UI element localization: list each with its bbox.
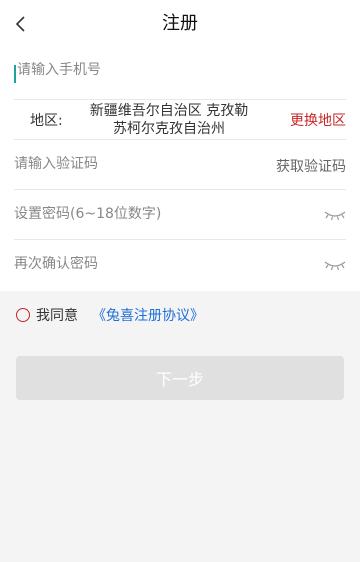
confirm-password-row (14, 240, 346, 290)
region-row: 地区: 新疆维吾尔自治区 克孜勒 苏柯尔克孜自治州 更换地区 (14, 100, 346, 140)
confirm-password-input[interactable] (14, 256, 254, 272)
region-value-line1: 新疆维吾尔自治区 克孜勒 (89, 103, 249, 119)
page-title: 注册 (162, 13, 198, 34)
region-label: 地区: (30, 113, 63, 129)
text-cursor (14, 65, 16, 83)
agreement-link[interactable]: 《兔喜注册协议》 (92, 305, 204, 325)
password-row (14, 190, 346, 240)
verification-code-input[interactable] (14, 156, 254, 172)
eye-closed-icon[interactable] (324, 258, 346, 272)
region-value: 新疆维吾尔自治区 克孜勒 苏柯尔克孜自治州 (74, 102, 264, 138)
agree-text: 我同意 (36, 308, 78, 324)
change-region-button[interactable]: 更换地区 (290, 110, 346, 130)
phone-input[interactable] (17, 62, 317, 78)
eye-closed-icon[interactable] (324, 208, 346, 222)
register-form: 地区: 新疆维吾尔自治区 克孜勒 苏柯尔克孜自治州 更换地区 获取验证码 (0, 48, 360, 291)
password-input[interactable] (14, 206, 254, 222)
next-button[interactable]: 下一步 (16, 356, 344, 400)
get-code-button[interactable]: 获取验证码 (276, 156, 346, 176)
code-row: 获取验证码 (14, 140, 346, 190)
phone-row (14, 48, 346, 100)
top-bar: 注册 (0, 0, 360, 48)
region-value-line2: 苏柯尔克孜自治州 (113, 121, 225, 137)
agree-radio[interactable] (16, 308, 30, 322)
